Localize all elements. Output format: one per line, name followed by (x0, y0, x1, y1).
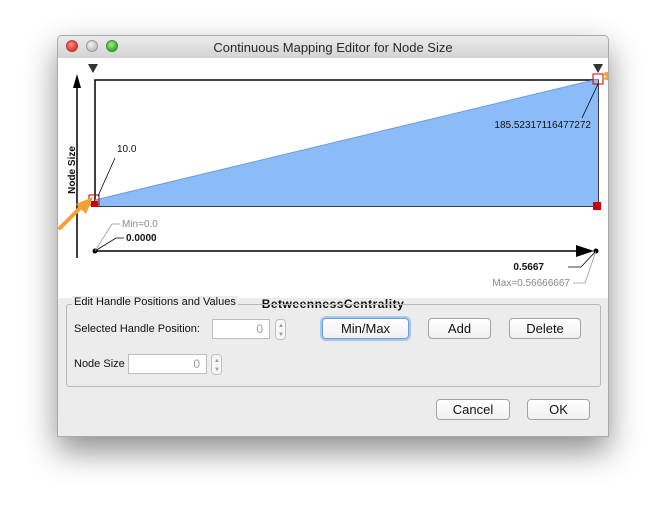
low-value-leader-line (97, 157, 116, 197)
mapping-graph-canvas[interactable]: Node Size 10.0 185.52317116477272 Min=0.… (58, 58, 608, 298)
node-size-field[interactable]: 0 (128, 354, 207, 374)
cancel-button[interactable]: Cancel (436, 399, 510, 420)
max-range-label: Max=0.56666667 (492, 278, 570, 289)
high-handle-value: 185.52317116477272 (494, 120, 591, 131)
title-bar: Continuous Mapping Editor for Node Size (58, 36, 608, 59)
mapping-area-fill (95, 79, 598, 206)
stepper-up-icon[interactable]: ▲ (214, 358, 220, 364)
stepper-down-icon[interactable]: ▼ (214, 367, 220, 373)
right-bottom-handle-marker (593, 202, 601, 210)
handle-position-label: Selected Handle Position: (74, 323, 200, 335)
max-value-label: 0.5667 (513, 262, 544, 273)
node-size-label: Node Size (74, 358, 125, 370)
window-title: Continuous Mapping Editor for Node Size (213, 40, 453, 55)
y-axis-arrowhead (73, 74, 81, 88)
stepper-down-icon[interactable]: ▼ (278, 332, 284, 338)
min-max-button[interactable]: Min/Max (322, 318, 409, 339)
add-button[interactable]: Add (428, 318, 491, 339)
ok-button[interactable]: OK (527, 399, 590, 420)
min-value-label: 0.0000 (126, 233, 157, 244)
min-range-label: Min=0.0 (122, 219, 158, 230)
node-size-stepper[interactable]: ▲ ▼ (211, 354, 222, 375)
min-label-leader-line (94, 223, 120, 252)
low-handle-value: 10.0 (117, 144, 137, 155)
low-value-handle-marker (91, 201, 98, 207)
right-range-marker-icon (593, 64, 603, 73)
high-handle-callout-arrowhead (603, 75, 608, 81)
stepper-up-icon[interactable]: ▲ (278, 323, 284, 329)
handle-position-stepper[interactable]: ▲ ▼ (275, 319, 286, 340)
x-axis-arrowhead (576, 245, 594, 257)
left-range-marker-icon (88, 64, 98, 73)
y-axis-label: Node Size (67, 146, 78, 194)
edit-handle-group (66, 304, 601, 387)
mapping-graph[interactable]: Node Size 10.0 185.52317116477272 Min=0.… (58, 58, 608, 311)
mapping-editor-window: Continuous Mapping Editor for Node Size (57, 35, 609, 437)
handle-position-field[interactable]: 0 (212, 319, 270, 339)
low-handle-callout-icon (58, 204, 84, 230)
delete-button[interactable]: Delete (509, 318, 581, 339)
edit-handle-legend: Edit Handle Positions and Values (72, 296, 238, 308)
